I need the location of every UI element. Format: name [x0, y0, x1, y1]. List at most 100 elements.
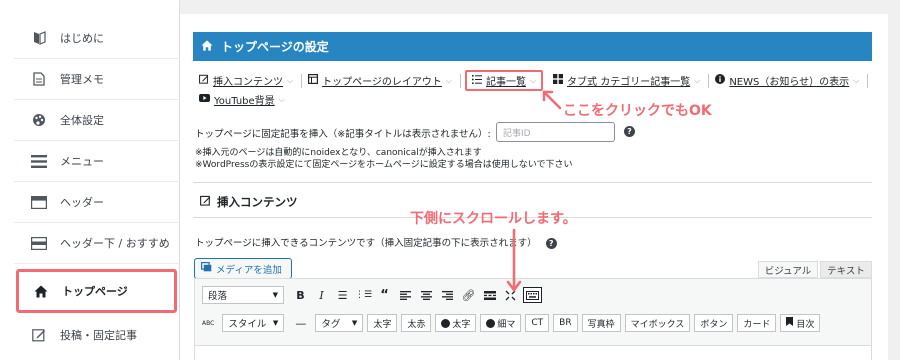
user-circle-icon — [441, 318, 451, 328]
align-left-icon[interactable] — [395, 286, 416, 304]
read-more-icon[interactable] — [479, 286, 500, 304]
sidebar-item-posts[interactable]: 投稿・固定記事 — [14, 314, 180, 355]
help-icon[interactable]: ? — [545, 238, 557, 249]
book-half-icon — [28, 27, 50, 49]
menu-icon — [28, 150, 50, 172]
page-title: トップページの設定 — [221, 40, 329, 54]
quicktag-button-button[interactable]: ボタン — [694, 314, 734, 332]
tag-select[interactable]: タグ ▼ — [315, 314, 364, 332]
sidebar-item-label: ヘッダー — [60, 196, 104, 209]
sidebar-item-general[interactable]: 全体設定 — [14, 100, 180, 141]
chevron-down-icon: ⌵ — [853, 75, 860, 85]
tab-visual[interactable]: ビジュアル — [758, 261, 818, 278]
section-tabs: 挿入コンテンツ ⌵ トップページのレイアウト ⌵ 記事一覧 ⌵ タブ式 カテゴリ… — [199, 70, 874, 91]
document-icon — [28, 68, 50, 90]
grid-icon — [553, 74, 564, 87]
home-icon — [30, 280, 52, 302]
align-right-icon[interactable] — [437, 286, 458, 304]
help-icon[interactable]: ? — [624, 126, 635, 137]
fixed-post-label: トップページに固定記事を挿入（※記事タイトルは表示されません）: — [195, 129, 491, 140]
down-arrow-icon — [506, 228, 522, 293]
numbered-list-icon[interactable]: ⋮☰ — [353, 286, 374, 304]
post-id-input[interactable]: 記事ID — [496, 122, 615, 142]
layout-icon — [308, 74, 319, 87]
dropdown-arrow-icon: ▼ — [272, 291, 278, 299]
chevron-down-icon: ⌵ — [694, 75, 701, 85]
italic-icon[interactable]: I — [311, 286, 332, 304]
insert-content-heading: 挿入コンテンツ — [200, 194, 298, 210]
format-select[interactable]: 段落 ▼ — [202, 286, 284, 304]
quicktag-toc-button[interactable]: 目次 — [780, 314, 821, 332]
horizontal-line-icon[interactable]: — — [290, 314, 311, 332]
sidebar-item-label: ヘッダー下 / おすすめ — [60, 237, 170, 250]
tab-news[interactable]: NEWS（お知らせ）の表示 ⌵ — [715, 73, 869, 88]
chevron-down-icon: ⌵ — [445, 75, 452, 85]
dropdown-arrow-icon: ▼ — [351, 319, 358, 327]
add-media-button[interactable]: メディアを追加 — [194, 258, 292, 279]
divider — [193, 182, 872, 183]
quicktag-mybox-button[interactable]: マイボックス — [624, 314, 691, 332]
tab-top-layout[interactable]: トップページのレイアウト ⌵ — [308, 73, 461, 88]
quicktag-bold-marker-button[interactable]: 太字 — [435, 314, 477, 332]
media-icon — [201, 262, 212, 275]
bullet-list-icon[interactable]: ☰ — [332, 286, 353, 304]
scroll-hint-annotation: 下側にスクロールします。 — [410, 211, 577, 227]
fixed-post-note-2: ※WordPressの表示設定にて固定ページをホームページに設定する場合は使用し… — [195, 160, 573, 170]
palette-icon — [28, 109, 50, 131]
link-icon[interactable]: 🔗︎ — [458, 286, 479, 304]
keyboard-icon[interactable] — [523, 287, 542, 303]
sidebar-item-header[interactable]: ヘッダー — [14, 182, 180, 223]
bookmark-icon — [786, 317, 794, 329]
sidebar-item-label: 管理メモ — [60, 73, 104, 86]
bold-icon[interactable]: B — [290, 286, 311, 304]
tab-tab-category-list[interactable]: タブ式 カテゴリー記事一覧 ⌵ — [553, 73, 710, 88]
sidebar-item-label: メニュー — [60, 155, 104, 168]
quicktag-photo-frame-button[interactable]: 写真枠 — [581, 314, 621, 332]
panel-title-bar: トップページの設定 — [193, 32, 872, 61]
settings-panel: トップページの設定 挿入コンテンツ ⌵ トップページのレイアウト ⌵ 記事一覧 … — [180, 14, 888, 360]
quicktag-br-button[interactable]: BR — [553, 314, 578, 332]
chevron-down-icon: ⌵ — [287, 75, 294, 85]
tab-insert-content[interactable]: 挿入コンテンツ ⌵ — [199, 73, 303, 88]
home-icon — [201, 39, 213, 54]
sidebar-item-memo[interactable]: 管理メモ — [14, 59, 180, 100]
style-select[interactable]: スタイル ▼ — [222, 314, 285, 332]
sidebar-item-label: 全体設定 — [60, 114, 104, 127]
user-circle-icon — [486, 318, 496, 328]
insert-content-description: トップページに挿入できるコンテンツです（挿入固定記事の下に表示されます） ? — [195, 235, 557, 249]
strikethrough-icon[interactable]: ABC — [202, 320, 214, 327]
list-icon — [471, 74, 482, 87]
edit-icon — [200, 195, 211, 209]
tab-post-list[interactable]: 記事一覧 ⌵ — [464, 70, 544, 91]
tab-youtube-bg[interactable]: YouTube背景 ⌵ — [199, 92, 285, 107]
content-editor: 段落 ▼ B I ☰ ⋮☰ “ 🔗︎ ABC スタイル ▼ — タグ ▼ 太字 … — [194, 278, 872, 360]
section-tabs-row2: YouTube背景 ⌵ — [199, 92, 291, 107]
sidebar-item-header-below[interactable]: ヘッダー下 / おすすめ — [14, 223, 180, 264]
quicktag-thin-marker-button[interactable]: 細マ — [480, 314, 522, 332]
quicktag-card-button[interactable]: カード — [737, 314, 777, 332]
header-icon — [28, 191, 50, 213]
sidebar-item-top-page[interactable]: トップページ — [16, 269, 177, 313]
align-center-icon[interactable] — [416, 286, 437, 304]
settings-sidebar: はじめに 管理メモ 全体設定 メニュー ヘッダー ヘッダー下 / おすすめ トッ… — [0, 0, 180, 360]
editor-toolbar-row-1: 段落 ▼ B I ☰ ⋮☰ “ 🔗︎ — [202, 286, 542, 304]
chevron-down-icon: ⌵ — [278, 94, 285, 104]
sidebar-item-label: トップページ — [62, 285, 128, 298]
dropdown-arrow-icon: ▼ — [272, 319, 279, 327]
blockquote-icon[interactable]: “ — [374, 286, 395, 304]
sidebar-item-menu[interactable]: メニュー — [14, 141, 180, 182]
edit-icon — [199, 74, 209, 87]
quicktag-bold-red-button[interactable]: 太赤 — [401, 314, 432, 332]
editor-content-area[interactable] — [195, 345, 871, 360]
edit-icon — [28, 324, 50, 346]
sidebar-item-intro[interactable]: はじめに — [14, 18, 180, 59]
header-below-icon — [28, 232, 50, 254]
quicktag-bold-button[interactable]: 太字 — [367, 314, 398, 332]
quicktag-ct-button[interactable]: CT — [525, 314, 550, 332]
sidebar-item-label: 投稿・固定記事 — [60, 328, 137, 342]
tab-text[interactable]: テキスト — [820, 261, 872, 278]
click-hint-annotation: ここをクリックでもOK — [563, 103, 712, 119]
editor-toolbar-row-2: ABC スタイル ▼ — タグ ▼ 太字 太赤 太字 細マ CT BR 写真枠 — [202, 314, 824, 332]
pointer-arrow-icon — [542, 90, 562, 110]
youtube-icon — [199, 94, 210, 105]
